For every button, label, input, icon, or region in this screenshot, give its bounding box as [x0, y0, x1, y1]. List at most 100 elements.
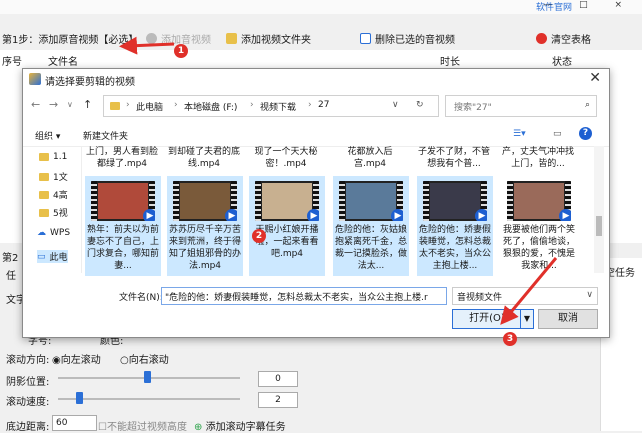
back-arrow-icon[interactable]: ←: [31, 98, 40, 111]
bottom-distance-input[interactable]: 60: [52, 415, 97, 431]
col-status[interactable]: 状态: [552, 53, 572, 68]
organize-button[interactable]: 组织 ▾: [35, 129, 60, 142]
file-name-top[interactable]: 产，丈夫气冲冲找上门，皆的...: [501, 146, 575, 170]
open-dropdown-button[interactable]: ▼: [520, 309, 534, 329]
delete-list-icon: [360, 32, 371, 44]
shadow-label: 阴影位置:: [6, 377, 50, 388]
filetype-select[interactable]: 音视频文件 ∨: [452, 287, 598, 305]
video-file-name: 危险的他：灰姑娘抱紧离死千金，总裁一记摸脸杀，做法太...: [335, 225, 408, 271]
speed-value[interactable]: 2: [258, 392, 298, 408]
nav-item-1-1[interactable]: 1.1: [39, 152, 67, 162]
search-placeholder: 搜索"27": [454, 103, 492, 113]
video-badge-icon: ▶: [307, 209, 319, 221]
file-scrollbar[interactable]: [594, 146, 604, 273]
video-thumbnail: ▶: [91, 181, 155, 221]
add-folder-button[interactable]: 添加视频文件夹: [226, 30, 311, 46]
video-file-tile[interactable]: ▶ 危险的他：娇妻假装睡觉，怎料总裁太不老实，当众公主抱上楼...: [417, 176, 493, 276]
scroll-left-radio[interactable]: ◉向左滚动: [52, 351, 101, 366]
col-num[interactable]: 序号: [2, 53, 22, 68]
crumb-sep-icon: ›: [250, 100, 254, 110]
height-limit-label: 不能超过视频高度: [106, 422, 187, 433]
video-thumbnail: ▶: [173, 181, 237, 221]
up-arrow-icon[interactable]: ↑: [83, 98, 92, 111]
file-name-top[interactable]: 到却碰了夫君的底线.mp4: [167, 146, 241, 170]
checkbox-icon: ☐: [98, 422, 107, 433]
window-controls[interactable]: — □ ×: [543, 0, 634, 10]
clear-icon: [536, 32, 547, 44]
address-bar[interactable]: › 此电脑 › 本地磁盘 (F:) › 视频下载 › 27 ∨ ↻: [103, 95, 439, 117]
crumb-27[interactable]: 27: [318, 100, 329, 110]
file-name-top[interactable]: 上门，男人看到脸都绿了.mp4: [85, 146, 159, 170]
nav-item-5[interactable]: 5视: [39, 206, 68, 219]
task-label: 任: [6, 271, 16, 282]
dialog-title-bar[interactable]: 请选择要剪辑的视频 ✕: [23, 69, 609, 89]
col-file[interactable]: 文件名: [48, 53, 78, 68]
open-button[interactable]: 打开(O): [452, 309, 522, 329]
scroll-right-radio[interactable]: ○向右滚动: [120, 351, 169, 366]
slider-thumb[interactable]: [144, 371, 151, 383]
video-badge-icon: ▶: [559, 209, 571, 221]
dialog-title: 请选择要剪辑的视频: [45, 77, 135, 88]
folder-icon: [110, 102, 120, 110]
nav-item-4[interactable]: 4高: [39, 188, 68, 201]
refresh-icon[interactable]: ↻: [416, 100, 424, 110]
video-thumbnail: ▶: [423, 181, 487, 221]
filename-input[interactable]: "危险的他：娇妻假装睡觉，怎料总裁太不老实，当众公主抱上楼.r: [161, 287, 447, 305]
nav-label: 5视: [53, 209, 68, 219]
address-row: ← → ∨ ↑ › 此电脑 › 本地磁盘 (F:) › 视频下载 › 27 ∨ …: [23, 93, 609, 117]
video-thumbnail: ▶: [339, 181, 403, 221]
chevron-down-icon: ∨: [586, 290, 593, 300]
shadow-value[interactable]: 0: [258, 371, 298, 387]
nav-item-1[interactable]: 1文: [39, 170, 68, 183]
nav-item-wps[interactable]: ☁ WPS: [37, 228, 70, 238]
folder-icon: [39, 190, 49, 199]
cancel-button[interactable]: 取消: [538, 309, 598, 329]
crumb-this-pc[interactable]: 此电脑: [136, 100, 163, 113]
video-thumbnail: ▶: [507, 181, 571, 221]
scrollbar-thumb[interactable]: [596, 216, 602, 236]
main-toolbar: 第1步：添加原音视频【必选】 添加音视频 添加视频文件夹 删除已选的音视频 清空…: [0, 24, 642, 50]
dropdown-chevron-icon[interactable]: ∨: [392, 100, 399, 110]
view-options-icon[interactable]: ☰▾: [513, 129, 526, 139]
crumb-downloads[interactable]: 视频下载: [260, 100, 296, 113]
delete-selected-button[interactable]: 删除已选的音视频: [360, 30, 455, 46]
video-file-tile[interactable]: ▶ 熟年：前夫以为前妻忘不了自己，上门求复合，哪知前妻...: [85, 176, 161, 276]
video-file-tile[interactable]: ▶ 天赐小红娘开播啦，一起来看看吧.mp4: [249, 176, 325, 276]
video-file-name: 危险的他：娇妻假装睡觉，怎料总裁太不老实，当众公主抱上楼...: [419, 225, 492, 271]
folder-icon: [39, 208, 49, 217]
col-duration[interactable]: 时长: [440, 53, 460, 68]
radio-unchecked-icon: ○: [120, 355, 129, 366]
filename-row: 文件名(N): "危险的他：娇妻假装睡觉，怎料总裁太不老实，当众公主抱上楼.r …: [23, 284, 609, 306]
plus-icon: [146, 32, 157, 44]
file-name-top[interactable]: 子发不了财，不管想我有个普...: [417, 146, 491, 170]
step1-label: 第1步：添加原音视频【必选】: [2, 34, 139, 46]
slider-thumb[interactable]: [76, 392, 83, 404]
video-file-tile[interactable]: ▶ 危险的他：灰姑娘抱紧离死千金，总裁一记摸脸杀，做法太...: [333, 176, 409, 276]
crumb-drive[interactable]: 本地磁盘 (F:): [184, 100, 237, 113]
filename-label: 文件名(N):: [119, 293, 163, 303]
close-icon[interactable]: ✕: [589, 70, 601, 86]
file-grid[interactable]: 上门，男人看到脸都绿了.mp4 到却碰了夫君的底线.mp4 现了一个天大秘密！.…: [85, 146, 593, 276]
video-file-tile[interactable]: ▶ 苏苏历尽千辛万苦来到荒洲，终于得知了姐姐邪骨的办法.mp4: [167, 176, 243, 276]
search-icon: ⌕: [584, 100, 590, 110]
preview-pane-icon[interactable]: ▭: [553, 129, 562, 139]
video-file-name: 我要被他们两个笑死了，偷偷地谈，狠狠的爱，不愧是我家和...: [503, 225, 576, 271]
shadow-slider[interactable]: [58, 371, 240, 383]
folder-icon: [39, 153, 49, 161]
file-name-top[interactable]: 现了一个天大秘密！.mp4: [249, 146, 323, 170]
filetype-value: 音视频文件: [457, 293, 503, 303]
clear-table-button[interactable]: 清空表格: [536, 30, 591, 46]
app-icon: [29, 73, 41, 85]
speed-slider[interactable]: [58, 392, 240, 404]
forward-arrow-icon[interactable]: →: [49, 98, 58, 111]
new-folder-button[interactable]: 新建文件夹: [83, 129, 128, 142]
computer-icon: ▭: [37, 251, 46, 262]
file-name-top[interactable]: 花都放入后宫.mp4: [333, 146, 407, 170]
help-icon[interactable]: ?: [579, 127, 592, 140]
video-file-tile[interactable]: ▶ 我要被他们两个笑死了，偷偷地谈，狠狠的爱，不愧是我家和...: [501, 176, 577, 276]
history-chevron-icon[interactable]: ∨: [67, 100, 73, 109]
nav-label: 1.1: [53, 152, 68, 162]
nav-item-this-pc[interactable]: ▭ 此电: [37, 250, 68, 263]
nav-label: 1文: [53, 173, 68, 183]
search-input[interactable]: 搜索"27" ⌕: [445, 95, 597, 117]
